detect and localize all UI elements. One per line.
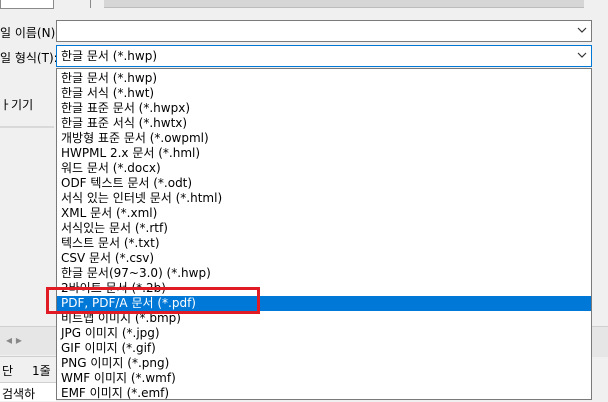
- filetype-option[interactable]: 한글 표준 서식 (*.hwtx): [57, 116, 591, 131]
- filetype-option[interactable]: GIF 이미지 (*.gif): [57, 341, 591, 356]
- filetype-label: 일 형식(T):: [0, 51, 58, 65]
- bg-statusbar: 단 1줄: [0, 356, 56, 381]
- filetype-select[interactable]: 한글 문서 (*.hwp): [56, 45, 592, 67]
- chevron-down-icon[interactable]: [577, 50, 587, 60]
- bg-search-text: 검색하: [2, 387, 36, 401]
- filetype-option[interactable]: WMF 이미지 (*.wmf): [57, 371, 591, 386]
- filetype-option[interactable]: XML 문서 (*.xml): [57, 206, 591, 221]
- right-panel: [592, 326, 608, 357]
- bg-arrow-icon: ◂ ▸: [6, 333, 22, 347]
- filetype-option[interactable]: ODF 텍스트 문서 (*.odt): [57, 176, 591, 191]
- filetype-option[interactable]: 한글 표준 문서 (*.hwpx): [57, 101, 591, 116]
- filetype-option[interactable]: 한글 서식 (*.hwt): [57, 86, 591, 101]
- filetype-option[interactable]: 한글 문서 (*.hwp): [57, 71, 591, 86]
- filetype-option[interactable]: CSV 문서 (*.csv): [57, 251, 591, 266]
- bg-status-text: 단: [2, 364, 14, 378]
- pdf-highlight-box: [46, 287, 260, 314]
- filetype-option[interactable]: EMF 이미지 (*.emf): [57, 386, 591, 399]
- filetype-option[interactable]: 서식있는 문서 (*.rtf): [57, 221, 591, 236]
- filetype-option[interactable]: HWPML 2.x 문서 (*.hml): [57, 146, 591, 161]
- filename-input[interactable]: [56, 20, 592, 42]
- dialog-bottom-edge: [0, 126, 54, 128]
- bg-status-text2: 1줄: [32, 364, 51, 378]
- filename-label: 일 이름(N):: [0, 26, 60, 40]
- chevron-down-icon[interactable]: [577, 25, 587, 35]
- bg-toolbar: ◂ ▸: [0, 326, 56, 355]
- filetype-option[interactable]: JPG 이미지 (*.jpg): [57, 326, 591, 341]
- filetype-option[interactable]: 텍스트 문서 (*.txt): [57, 236, 591, 251]
- cut-off-divider: [90, 0, 101, 8]
- cut-off-scrollbar: [104, 0, 584, 8]
- filetype-option[interactable]: PNG 이미지 (*.png): [57, 356, 591, 371]
- filetype-selected-value: 한글 문서 (*.hwp): [61, 49, 158, 63]
- filetype-option[interactable]: 한글 문서(97~3.0) (*.hwp): [57, 266, 591, 281]
- filetype-dropdown-list[interactable]: 한글 문서 (*.hwp) 한글 서식 (*.hwt) 한글 표준 문서 (*.hw…: [56, 68, 592, 400]
- filetype-option[interactable]: 개방형 표준 문서 (*.owpml): [57, 131, 591, 146]
- bg-taskbar: 검색하: [0, 382, 56, 401]
- cut-off-tab: [0, 0, 54, 9]
- filetype-option[interactable]: 워드 문서 (*.docx): [57, 161, 591, 176]
- left-cut-label: ㅏ기기: [0, 98, 34, 112]
- filetype-option[interactable]: 서식 있는 인터넷 문서 (*.html): [57, 191, 591, 206]
